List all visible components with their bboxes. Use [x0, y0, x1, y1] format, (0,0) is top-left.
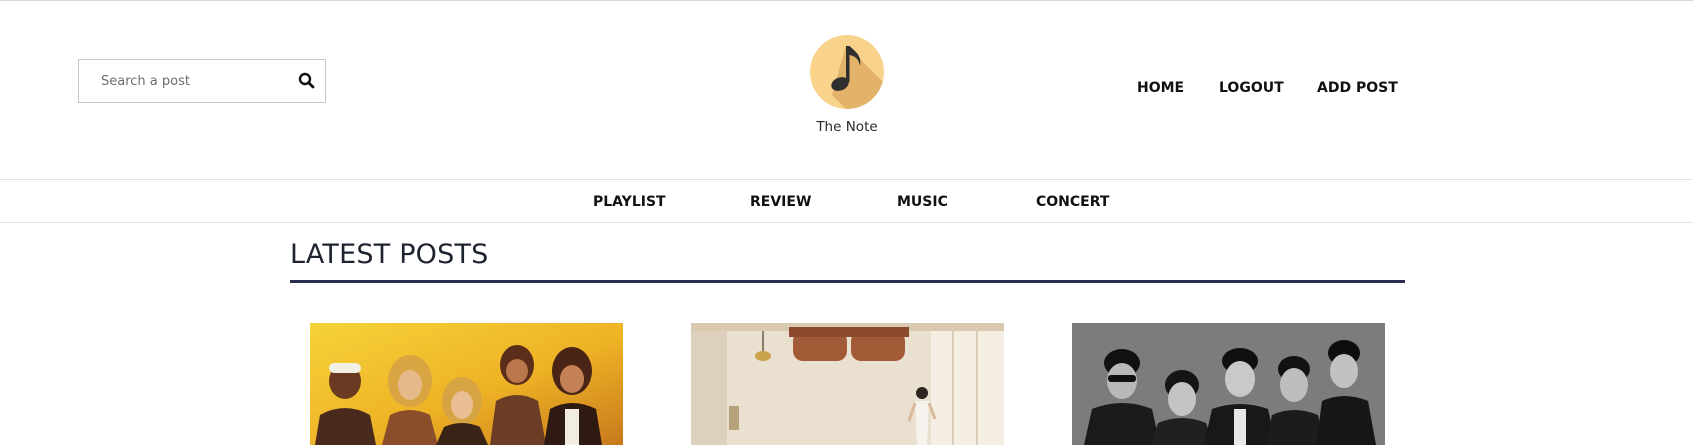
band-photo-yellow [310, 323, 623, 445]
post-card-image[interactable] [310, 323, 623, 445]
category-playlist[interactable]: PLAYLIST [593, 194, 666, 210]
nav-logout[interactable]: LOGOUT [1219, 80, 1284, 96]
brand-name: The Note [816, 119, 878, 135]
category-review[interactable]: REVIEW [750, 194, 811, 210]
search-input[interactable] [79, 60, 301, 102]
section-divider [290, 280, 1405, 283]
category-bar: PLAYLIST REVIEW MUSIC CONCERT [0, 179, 1693, 223]
category-concert[interactable]: CONCERT [1036, 194, 1109, 210]
logo[interactable] [810, 35, 884, 109]
search-box [78, 59, 326, 103]
nav-add-post[interactable]: ADD POST [1317, 80, 1398, 96]
post-card-image[interactable] [1072, 323, 1385, 445]
section-title: LATEST POSTS [290, 239, 489, 270]
search-icon[interactable] [297, 71, 317, 91]
room-photo [691, 323, 1004, 445]
category-music[interactable]: MUSIC [897, 194, 948, 210]
music-note-icon [831, 45, 884, 109]
nav-home[interactable]: HOME [1137, 80, 1184, 96]
post-card-image[interactable] [691, 323, 1004, 445]
top-border [0, 0, 1693, 1]
band-photo-bw [1072, 323, 1385, 445]
